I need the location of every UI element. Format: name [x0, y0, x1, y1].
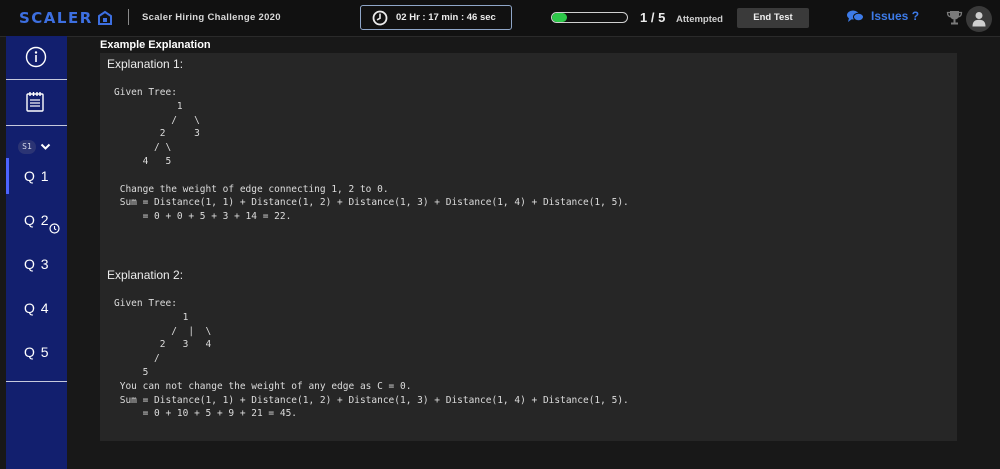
- explanation-title: Explanation 2:: [107, 268, 184, 282]
- question-item-5[interactable]: Q 5: [6, 334, 67, 370]
- chat-bubbles-icon: [847, 10, 864, 22]
- timer-text: 02 Hr : 17 min : 46 sec: [396, 12, 496, 23]
- problem-content: Example Explanation Explanation 1: Given…: [67, 36, 1000, 469]
- timer: 02 Hr : 17 min : 46 sec: [360, 5, 512, 30]
- info-block[interactable]: [6, 36, 67, 80]
- top-bar: SCALER Scaler Hiring Challenge 2020 02 H…: [0, 0, 1000, 37]
- user-avatar[interactable]: [966, 6, 992, 32]
- issues-label: Issues ?: [871, 9, 920, 23]
- logo-mark-icon: [97, 10, 112, 25]
- section-title: Example Explanation: [100, 39, 211, 51]
- explanation-code: Given Tree: 1 / | \ 2 3 4 / 5 You can no…: [114, 298, 629, 420]
- question-label: Q 4: [24, 300, 50, 316]
- header-divider: [128, 9, 129, 25]
- trophy-icon[interactable]: [946, 9, 963, 26]
- explanation-panel: Explanation 1: Given Tree: 1 / \ 2 3 / \…: [100, 53, 957, 441]
- question-sidebar: S1 Q 1 Q 2 Q 3 Q 4 Q 5: [6, 36, 67, 469]
- info-icon: [25, 46, 47, 68]
- question-label: Q 3: [24, 256, 50, 272]
- user-icon: [972, 12, 986, 27]
- contest-title: Scaler Hiring Challenge 2020: [142, 12, 281, 23]
- progress-fill: [552, 13, 567, 22]
- section-badge: S1: [18, 140, 36, 154]
- instructions-block[interactable]: [6, 79, 67, 126]
- question-item-4[interactable]: Q 4: [6, 290, 67, 326]
- logo-text: SCALER: [19, 9, 93, 27]
- progress-bar: [551, 12, 628, 23]
- question-label: Q 5: [24, 344, 50, 360]
- explanation-code: Given Tree: 1 / \ 2 3 / \ 4 5 Change the…: [114, 87, 629, 223]
- progress-count: 1 / 5: [640, 10, 666, 25]
- question-item-1[interactable]: Q 1: [6, 158, 67, 194]
- explanation-title: Explanation 1:: [107, 57, 184, 71]
- question-label: Q 1: [24, 168, 50, 184]
- question-item-3[interactable]: Q 3: [6, 246, 67, 282]
- issues-button[interactable]: Issues ?: [847, 9, 919, 23]
- sidebar-divider: [6, 381, 67, 382]
- section-selector[interactable]: S1: [18, 140, 51, 154]
- question-item-2[interactable]: Q 2: [6, 202, 67, 238]
- notepad-icon: [26, 92, 44, 112]
- question-label: Q 2: [24, 212, 50, 228]
- end-test-button[interactable]: End Test: [737, 8, 809, 28]
- scaler-logo[interactable]: SCALER: [19, 9, 113, 27]
- attempted-label: Attempted: [676, 14, 723, 25]
- clock-icon: [372, 10, 388, 25]
- clock-icon: [49, 223, 60, 234]
- chevron-down-icon: [40, 143, 51, 150]
